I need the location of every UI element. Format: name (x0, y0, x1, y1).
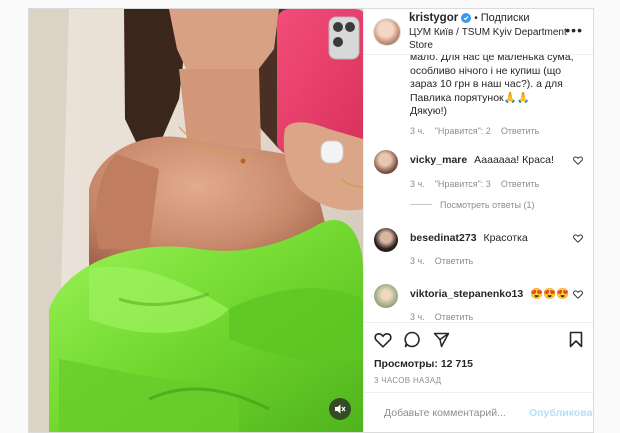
comment-meta: 3 ч. Ответить (410, 312, 585, 322)
views-label: Просмотры: (374, 358, 438, 370)
following-button[interactable]: Подписки (481, 12, 530, 25)
avatar[interactable] (374, 283, 398, 308)
add-comment-bar: Опубликовать (364, 392, 593, 432)
caption-line: зараз 10 грн в наш час?). а для (410, 78, 563, 90)
comment-username[interactable]: vicky_mare (410, 154, 467, 166)
post-video[interactable] (29, 9, 363, 432)
location-link[interactable]: ЦУМ Київ / TSUM Kyiv Department Store (409, 26, 585, 52)
caption-line: особливо нічого і не купиш (що (410, 64, 562, 77)
separator-dot: • (474, 12, 478, 24)
comment-input[interactable] (384, 406, 519, 419)
post-actions (364, 322, 593, 356)
mute-button[interactable] (329, 398, 351, 420)
comment-text: Красотка (483, 231, 528, 244)
more-options-icon[interactable]: ••• (565, 23, 583, 37)
share-paper-plane-icon[interactable] (433, 332, 450, 348)
avatar[interactable] (374, 18, 400, 45)
comment-username[interactable]: besedinat273 (410, 232, 477, 244)
avatar[interactable] (374, 227, 398, 252)
caption-meta: 3 ч. "Нравится": 2 Ответить (410, 126, 585, 136)
caption-line: мало. Для нас це маленька сума, (410, 55, 574, 63)
comment-item: besedinat273 Красотка (374, 227, 585, 252)
comment-item: vicky_mare Ааааааа! Краса! (374, 149, 585, 174)
publish-button[interactable]: Опубликовать (529, 407, 593, 419)
comment-bubble-icon[interactable] (404, 331, 421, 348)
avatar[interactable] (374, 149, 398, 174)
caption-line: Дякую!) (410, 105, 448, 117)
like-heart-icon[interactable] (573, 290, 583, 299)
comment-text: 😍😍😍 (530, 287, 570, 300)
likes-count[interactable]: "Нравится": 2 (435, 126, 491, 136)
verified-badge-icon (461, 13, 472, 23)
post-header: kristygor • Подписки ЦУМ Київ / TSUM Kyi… (364, 9, 593, 55)
timestamp: 3 ч. (410, 255, 425, 266)
post-photo (29, 9, 363, 432)
comment-item: viktoria_stepanenko13 😍😍😍 (374, 283, 585, 308)
likes-count[interactable]: "Нравится": 3 (435, 179, 491, 189)
instagram-post: kristygor • Подписки ЦУМ Київ / TSUM Kyi… (28, 8, 594, 433)
timestamp: 3 ч. (410, 178, 425, 189)
caption-text: мало. Для нас це маленька сума, особливо… (410, 55, 585, 119)
view-replies-label: Посмотреть ответы (1) (440, 199, 535, 210)
bookmark-icon[interactable] (569, 331, 583, 348)
timestamp: 3 ч. (410, 125, 425, 136)
like-heart-icon[interactable] (573, 234, 583, 243)
view-replies-button[interactable]: Посмотреть ответы (1) (410, 200, 585, 210)
post-timestamp: 3 ЧАСОВ НАЗАД (374, 376, 442, 385)
views-value: 12 715 (440, 358, 473, 370)
reply-button[interactable]: Ответить (501, 126, 539, 136)
caption-line: Павлика порятунок🙏🙏 (410, 91, 530, 104)
comments-list[interactable]: мало. Для нас це маленька сума, особливо… (364, 55, 593, 322)
reply-button[interactable]: Ответить (435, 312, 473, 322)
comment-text: Ааааааа! Краса! (474, 153, 554, 166)
reply-button[interactable]: Ответить (501, 179, 539, 189)
views-count[interactable]: Просмотры: 12 715 (364, 356, 593, 372)
comment-meta: 3 ч. Ответить (410, 256, 585, 266)
speaker-muted-icon (335, 404, 346, 414)
author-username[interactable]: kristygor (409, 12, 458, 25)
reply-button[interactable]: Ответить (435, 256, 473, 266)
like-heart-icon[interactable] (573, 156, 583, 165)
comment-meta: 3 ч. "Нравится": 3 Ответить (410, 179, 585, 189)
divider (410, 204, 432, 205)
like-heart-icon[interactable] (374, 332, 392, 348)
comment-username[interactable]: viktoria_stepanenko13 (410, 288, 523, 300)
post-sidebar: kristygor • Подписки ЦУМ Київ / TSUM Kyi… (363, 9, 593, 432)
timestamp: 3 ч. (410, 311, 425, 322)
